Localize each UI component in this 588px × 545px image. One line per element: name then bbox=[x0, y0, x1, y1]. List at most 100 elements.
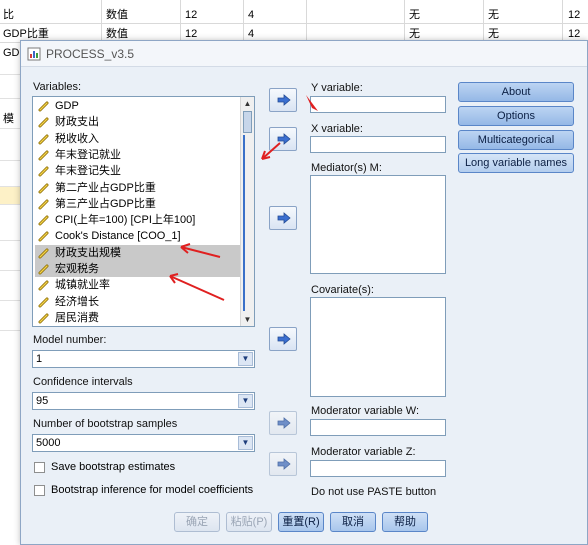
sheet-cell[interactable]: 无 bbox=[406, 6, 482, 24]
sheet-cell[interactable]: 模 bbox=[0, 110, 20, 128]
variable-item[interactable]: 税收收入 bbox=[35, 131, 240, 147]
arrow-right-icon bbox=[277, 458, 291, 470]
sheet-gridline bbox=[0, 74, 22, 75]
arrow-right-icon bbox=[277, 417, 291, 429]
scale-variable-icon bbox=[38, 134, 49, 145]
multicategorical-button[interactable]: Multicategorical bbox=[458, 130, 574, 150]
sheet-gridline bbox=[0, 270, 22, 271]
reset-button[interactable]: 重置(R) bbox=[278, 512, 324, 532]
scale-variable-icon bbox=[38, 183, 49, 193]
variable-item[interactable]: 年末登记就业 bbox=[35, 147, 240, 163]
variable-label: CPI(上年=100) [CPI上年100] bbox=[55, 214, 196, 227]
x-variable-field[interactable] bbox=[310, 136, 446, 153]
ok-button[interactable]: 确定 bbox=[174, 512, 220, 532]
sheet-gridline bbox=[0, 240, 22, 241]
scale-variable-icon bbox=[38, 101, 49, 112]
scroll-down-icon[interactable]: ▼ bbox=[241, 313, 254, 326]
paste-button[interactable]: 粘贴(P) bbox=[226, 512, 272, 532]
sheet-cell[interactable]: 数值 bbox=[103, 6, 179, 24]
variable-label: 第二产业占GDP比重 bbox=[55, 181, 156, 194]
variable-item[interactable]: 年末登记失业 bbox=[35, 163, 240, 179]
y-variable-field[interactable] bbox=[310, 96, 446, 113]
scroll-up-icon[interactable]: ▲ bbox=[241, 97, 254, 110]
checkbox-box[interactable] bbox=[34, 485, 45, 496]
save-bootstrap-label: Save bootstrap estimates bbox=[51, 461, 176, 473]
mediator-field[interactable] bbox=[310, 175, 446, 274]
variable-label: 居民消费 bbox=[55, 311, 99, 324]
variable-item[interactable]: 经济增长 bbox=[35, 294, 240, 310]
scrollbar-track[interactable] bbox=[243, 135, 252, 311]
variable-item[interactable]: Cook's Distance [COO_1] bbox=[35, 228, 240, 244]
variable-item[interactable]: 城镇就业率 bbox=[35, 277, 240, 293]
variable-item[interactable]: 财政支出 bbox=[35, 114, 240, 130]
help-button[interactable]: 帮助 bbox=[382, 512, 428, 532]
covariate-label: Covariate(s): bbox=[311, 284, 374, 296]
sheet-cell[interactable]: 无 bbox=[485, 6, 561, 24]
chevron-down-icon[interactable]: ▼ bbox=[238, 436, 253, 450]
x-variable-label: X variable: bbox=[311, 123, 363, 135]
variable-label: 宏观税务 bbox=[55, 263, 99, 275]
variable-label: 第三产业占GDP比重 bbox=[55, 197, 156, 210]
moderator-w-field[interactable] bbox=[310, 419, 446, 436]
scale-variable-icon bbox=[38, 199, 49, 210]
move-to-moderator-w-button[interactable] bbox=[269, 411, 297, 435]
scrollbar-thumb[interactable] bbox=[243, 111, 252, 133]
bootstrap-inference-label: Bootstrap inference for model coefficien… bbox=[51, 484, 254, 496]
cancel-button[interactable]: 取消 bbox=[330, 512, 376, 532]
sheet-cell[interactable]: GDP bbox=[0, 44, 20, 62]
scale-variable-icon bbox=[38, 313, 49, 324]
sheet-cell[interactable]: 4 bbox=[245, 6, 305, 24]
variable-item[interactable]: 第三产业占GDP比重 bbox=[35, 196, 240, 212]
sheet-cell[interactable]: 比 bbox=[0, 6, 100, 24]
sheet-cell[interactable]: 12 bbox=[182, 6, 242, 24]
moderator-w-label: Moderator variable W: bbox=[311, 405, 420, 417]
variable-item[interactable]: 财政支出规模 bbox=[35, 244, 240, 261]
bootstrap-samples-select[interactable]: 5000 ▼ bbox=[32, 434, 255, 452]
sheet-gridline bbox=[0, 300, 22, 301]
variable-item[interactable]: GDP bbox=[35, 98, 240, 114]
long-variable-names-button[interactable]: Long variable names bbox=[458, 153, 574, 173]
chevron-down-icon[interactable]: ▼ bbox=[238, 352, 253, 366]
scale-variable-icon bbox=[38, 231, 49, 242]
chevron-down-icon[interactable]: ▼ bbox=[238, 394, 253, 408]
move-to-moderator-z-button[interactable] bbox=[269, 452, 297, 476]
model-number-select[interactable]: 1 ▼ bbox=[32, 350, 255, 368]
checkbox-box[interactable] bbox=[34, 462, 45, 473]
variable-label: Cook's Distance [COO_1] bbox=[55, 230, 181, 243]
arrow-right-icon bbox=[277, 133, 291, 145]
bootstrap-samples-label: Number of bootstrap samples bbox=[33, 418, 178, 430]
scale-variable-icon bbox=[38, 297, 49, 308]
mediator-label: Mediator(s) M: bbox=[311, 162, 382, 174]
dialog-title: PROCESS_v3.5 bbox=[46, 47, 135, 61]
options-button[interactable]: Options bbox=[458, 106, 574, 126]
variable-label: GDP bbox=[55, 100, 79, 112]
sheet-cell[interactable]: 12 bbox=[565, 6, 588, 24]
bootstrap-samples-value: 5000 bbox=[36, 437, 61, 449]
move-to-covariate-button[interactable] bbox=[269, 327, 297, 351]
scale-variable-icon bbox=[38, 264, 49, 275]
variables-scrollbar[interactable]: ▲ ▼ bbox=[240, 97, 254, 326]
variable-item[interactable]: CPI(上年=100) [CPI上年100] bbox=[35, 212, 240, 228]
dialog-titlebar[interactable]: PROCESS_v3.5 bbox=[21, 41, 587, 67]
covariate-field[interactable] bbox=[310, 297, 446, 397]
paste-note: Do not use PASTE button bbox=[311, 486, 437, 498]
move-to-x-button[interactable] bbox=[269, 127, 297, 151]
confidence-select[interactable]: 95 ▼ bbox=[32, 392, 255, 410]
move-to-mediator-button[interactable] bbox=[269, 206, 297, 230]
variables-list[interactable]: 居民消费 经济增长 城镇就业率 宏观税务 财政支出规模 Cook's Distance [… bbox=[32, 96, 255, 327]
variable-item[interactable]: 居民消费 bbox=[35, 310, 240, 326]
variable-item[interactable]: 第二产业占GDP比重 bbox=[35, 180, 240, 196]
y-variable-label: Y variable: bbox=[311, 82, 363, 94]
scale-variable-icon bbox=[38, 280, 49, 291]
sheet-row: 比 数值 12 4 无 无 12 bbox=[0, 6, 588, 24]
scale-variable-icon bbox=[38, 248, 49, 259]
moderator-z-field[interactable] bbox=[310, 460, 446, 477]
move-to-y-button[interactable] bbox=[269, 88, 297, 112]
variable-item[interactable]: 宏观税务 bbox=[35, 261, 240, 277]
sheet-gridline bbox=[0, 204, 22, 205]
variable-label: 税收收入 bbox=[55, 132, 99, 145]
arrow-right-icon bbox=[277, 94, 291, 106]
sheet-gridline bbox=[0, 330, 22, 331]
scale-variable-icon bbox=[38, 150, 49, 161]
about-button[interactable]: About bbox=[458, 82, 574, 102]
